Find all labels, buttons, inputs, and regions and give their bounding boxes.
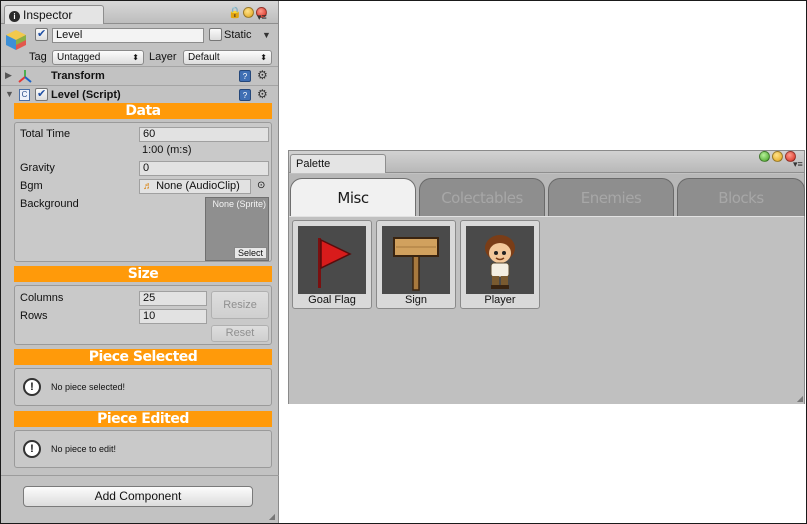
reset-button[interactable]: Reset	[211, 325, 269, 342]
piece-selected-box: ! No piece selected!	[14, 368, 272, 406]
divider	[1, 475, 279, 476]
bgm-value: None (AudioClip)	[156, 180, 240, 192]
gameobject-header: Level Static ▼ Tag Untagged ⬍ Layer Defa…	[1, 24, 278, 67]
palette-item-player[interactable]: Player	[460, 220, 540, 309]
tab-blocks[interactable]: Blocks	[677, 178, 805, 216]
background-value: None (Sprite)	[212, 199, 266, 209]
rows-label: Rows	[20, 310, 48, 322]
window-controls	[759, 151, 796, 162]
columns-field[interactable]: 25	[139, 291, 207, 306]
palette-item-goal-flag[interactable]: Goal Flag	[292, 220, 372, 309]
palette-tab[interactable]: Palette	[290, 154, 386, 173]
gravity-label: Gravity	[20, 162, 55, 174]
background-sprite-field[interactable]: None (Sprite) Select	[205, 197, 269, 261]
csharp-script-icon: C	[19, 89, 30, 101]
inspector-tab-label: Inspector	[23, 8, 73, 22]
panel-menu-icon[interactable]: ▾≡	[793, 159, 803, 170]
sprite-select-button[interactable]: Select	[233, 247, 267, 259]
sign-thumbnail	[382, 226, 450, 294]
tag-label: Tag	[29, 51, 47, 63]
info-exclamation-icon: !	[23, 378, 41, 396]
object-name-field[interactable]: Level	[52, 28, 204, 43]
piece-selected-message: No piece selected!	[51, 382, 126, 392]
red-flag-icon	[318, 238, 352, 288]
tab-enemies[interactable]: Enemies	[548, 178, 674, 216]
goal-flag-thumbnail	[298, 226, 366, 294]
columns-label: Columns	[20, 292, 64, 304]
palette-window: Palette ▾≡ Misc Colectables Enemies Bloc…	[288, 150, 805, 404]
piece-selected-section-header: Piece Selected	[14, 349, 272, 365]
wooden-sign-icon	[393, 237, 439, 291]
piece-edited-section-header: Piece Edited	[14, 411, 272, 427]
help-book-icon[interactable]: ?	[239, 89, 251, 101]
level-script-title: Level (Script)	[51, 89, 121, 101]
static-dropdown-icon[interactable]: ▼	[262, 30, 271, 40]
maximize-button[interactable]	[759, 151, 770, 162]
minimize-button[interactable]	[772, 151, 783, 162]
tab-colectables[interactable]: Colectables	[419, 178, 545, 216]
data-section-header: Data	[14, 103, 272, 119]
foldout-expanded-icon[interactable]: ▼	[5, 89, 14, 99]
palette-item-sign[interactable]: Sign	[376, 220, 456, 309]
tab-misc[interactable]: Misc	[290, 178, 416, 216]
lock-icon[interactable]: 🔒	[228, 6, 242, 19]
gameobject-cube-icon	[6, 30, 26, 50]
total-time-field[interactable]: 60	[139, 127, 269, 142]
gear-icon[interactable]: ⚙	[257, 87, 268, 101]
palette-tab-bar: Palette ▾≡	[289, 151, 804, 173]
tag-value: Untagged	[57, 52, 101, 63]
transform-title: Transform	[51, 70, 105, 82]
gravity-field[interactable]: 0	[139, 161, 269, 176]
goal-flag-label: Goal Flag	[308, 294, 356, 306]
rows-field[interactable]: 10	[139, 309, 207, 324]
script-enabled-checkbox[interactable]	[35, 87, 48, 101]
transform-component-header[interactable]: ▶ Transform ? ⚙	[1, 67, 278, 86]
total-time-readout: 1:00 (m:s)	[142, 144, 192, 156]
piece-edited-message: No piece to edit!	[51, 444, 117, 454]
player-character-icon	[485, 235, 515, 289]
dropdown-arrows-icon: ⬍	[132, 53, 139, 62]
data-section-box: Total Time 60 1:00 (m:s) Gravity 0 Bgm ♬…	[14, 122, 272, 262]
size-section-box: Columns 25 Rows 10 Resize Reset	[14, 285, 272, 345]
inspector-window: iInspector 🔒 ▾≡ Level Static ▼ Tag Untag…	[1, 1, 279, 523]
layer-dropdown[interactable]: Default ⬍	[183, 50, 272, 65]
player-thumbnail	[466, 226, 534, 294]
palette-items-area: Goal Flag Sign Player ◢	[289, 216, 804, 404]
piece-edited-box: ! No piece to edit!	[14, 430, 272, 468]
audio-clip-icon: ♬	[143, 181, 153, 192]
resize-grip-icon[interactable]: ◢	[269, 512, 275, 521]
foldout-collapsed-icon[interactable]: ▶	[5, 70, 12, 81]
resize-grip-icon[interactable]: ◢	[797, 394, 803, 403]
total-time-label: Total Time	[20, 128, 71, 140]
static-checkbox[interactable]	[209, 28, 222, 41]
background-label: Background	[20, 198, 79, 210]
active-checkbox[interactable]	[35, 27, 48, 41]
tag-dropdown[interactable]: Untagged ⬍	[52, 50, 144, 65]
info-exclamation-icon: !	[23, 440, 41, 458]
category-tab-strip: Misc Colectables Enemies Blocks	[289, 174, 805, 216]
resize-button[interactable]: Resize	[211, 291, 269, 319]
transform-axes-icon	[18, 70, 32, 83]
size-section-header: Size	[14, 266, 272, 282]
bgm-label: Bgm	[20, 180, 43, 192]
object-picker-icon[interactable]: ⊙	[257, 180, 265, 191]
inspector-tab[interactable]: i Inspector	[4, 5, 104, 24]
add-component-button[interactable]: Add Component	[23, 486, 253, 507]
player-label: Player	[484, 294, 516, 306]
inspector-tab-bar: i Inspector 🔒 ▾≡	[1, 1, 278, 24]
static-label: Static	[224, 29, 252, 41]
info-icon: i	[9, 11, 20, 22]
layer-label: Layer	[149, 51, 177, 63]
help-book-icon[interactable]: ?	[239, 70, 251, 82]
layer-value: Default	[188, 52, 220, 63]
minimize-button[interactable]	[243, 7, 254, 18]
panel-menu-icon[interactable]: ▾≡	[257, 12, 267, 23]
dropdown-arrows-icon: ⬍	[260, 53, 267, 62]
gear-icon[interactable]: ⚙	[257, 68, 268, 82]
sign-label: Sign	[404, 294, 428, 306]
bgm-object-field[interactable]: ♬ None (AudioClip)	[139, 179, 251, 194]
